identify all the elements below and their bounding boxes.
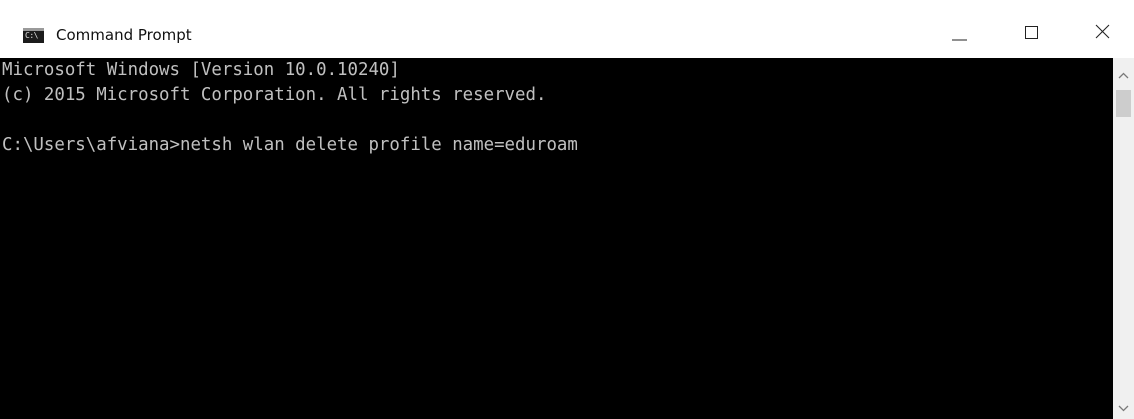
command-prompt-window: C:\ Command Prompt Microsoft Windows [Ve… — [0, 0, 1134, 419]
console-text: Microsoft Windows [Version 10.0.10240] (c… — [0, 58, 1113, 158]
scroll-down-button[interactable] — [1113, 398, 1134, 419]
console-line: C:\Users\afviana>netsh wlan delete profi… — [2, 135, 578, 155]
maximize-icon — [1025, 26, 1038, 39]
icon-glyph: C:\ — [25, 31, 38, 40]
chevron-down-icon — [1118, 405, 1129, 412]
scroll-thumb[interactable] — [1116, 90, 1131, 117]
chevron-up-icon — [1118, 72, 1129, 79]
title-bar[interactable]: C:\ Command Prompt — [0, 0, 1134, 60]
console-line: Microsoft Windows [Version 10.0.10240] — [2, 60, 400, 80]
maximize-button[interactable] — [1004, 10, 1062, 54]
minimize-icon — [952, 39, 967, 41]
close-button[interactable] — [1073, 10, 1131, 54]
vertical-scrollbar[interactable] — [1113, 58, 1134, 419]
console-line: (c) 2015 Microsoft Corporation. All righ… — [2, 85, 547, 105]
close-icon — [1095, 24, 1110, 39]
console-output[interactable]: Microsoft Windows [Version 10.0.10240] (c… — [0, 58, 1113, 419]
command-prompt-icon[interactable]: C:\ — [23, 28, 44, 43]
window-title: Command Prompt — [56, 26, 192, 44]
scroll-up-button[interactable] — [1113, 64, 1134, 86]
minimize-button[interactable] — [935, 10, 993, 54]
